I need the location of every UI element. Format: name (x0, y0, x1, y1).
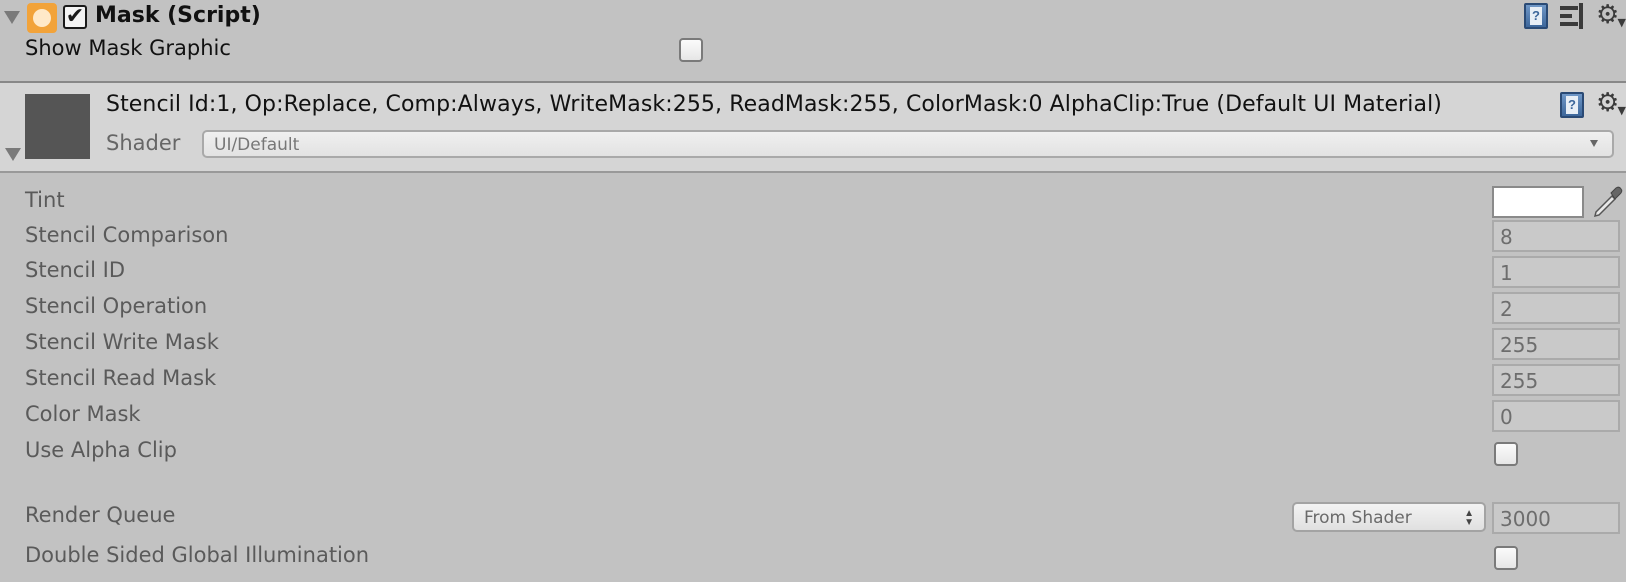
stencil-operation-field[interactable]: 2 (1492, 292, 1620, 324)
show-mask-graphic-checkbox[interactable] (679, 38, 703, 62)
render-queue-mode-value: From Shader (1304, 508, 1412, 528)
tint-color-field[interactable] (1492, 186, 1584, 218)
gear-icon[interactable]: ⚙ ▼ (1596, 2, 1626, 30)
use-alpha-clip-checkbox[interactable] (1494, 442, 1518, 466)
double-sided-gi-checkbox[interactable] (1494, 546, 1518, 570)
component-enabled-checkbox[interactable]: ✔ (63, 5, 87, 29)
help-icon[interactable] (1524, 3, 1548, 29)
stencil-read-mask-field[interactable]: 255 (1492, 364, 1620, 396)
foldout-arrow-icon[interactable] (4, 11, 20, 24)
shader-value: UI/Default (214, 135, 300, 155)
color-mask-field[interactable]: 0 (1492, 400, 1620, 432)
render-queue-field[interactable]: 3000 (1492, 502, 1620, 534)
color-mask-value: 0 (1500, 405, 1513, 429)
stencil-id-label: Stencil ID (25, 258, 126, 282)
updown-arrows-icon: ▲ ▼ (1464, 508, 1474, 528)
stencil-write-mask-label: Stencil Write Mask (25, 330, 219, 354)
material-title: Stencil Id:1, Op:Replace, Comp:Always, W… (106, 92, 1442, 117)
chevron-down-icon (1590, 140, 1598, 147)
stencil-comparison-value: 8 (1500, 225, 1513, 249)
double-sided-gi-label: Double Sided Global Illumination (25, 543, 370, 567)
stencil-write-mask-value: 255 (1500, 333, 1539, 357)
stencil-read-mask-value: 255 (1500, 369, 1539, 393)
use-alpha-clip-label: Use Alpha Clip (25, 438, 177, 462)
stencil-operation-value: 2 (1500, 297, 1513, 321)
eyedropper-icon[interactable] (1590, 184, 1624, 218)
stencil-id-value: 1 (1500, 261, 1513, 285)
mask-component-icon (27, 3, 57, 33)
stencil-write-mask-field[interactable]: 255 (1492, 328, 1620, 360)
shader-dropdown[interactable]: UI/Default (202, 130, 1614, 158)
mask-component-header[interactable]: ✔ Mask (Script) ⚙▼ (0, 0, 1626, 34)
material-header: Stencil Id:1, Op:Replace, Comp:Always, W… (0, 83, 1626, 173)
stencil-comparison-field[interactable]: 8 (1492, 220, 1620, 252)
material-foldout-arrow-icon[interactable] (5, 148, 21, 161)
material-gear-icon[interactable]: ⚙ ▼ (1596, 90, 1626, 118)
stencil-id-field[interactable]: 1 (1492, 256, 1620, 288)
shader-label: Shader (106, 131, 181, 155)
presets-icon[interactable] (1560, 3, 1586, 29)
show-mask-graphic-label: Show Mask Graphic (25, 36, 231, 60)
stencil-read-mask-label: Stencil Read Mask (25, 366, 217, 390)
render-queue-mode-dropdown[interactable]: From Shader ▲ ▼ (1292, 502, 1486, 532)
color-mask-label: Color Mask (25, 402, 141, 426)
stencil-comparison-label: Stencil Comparison (25, 223, 229, 247)
stencil-operation-label: Stencil Operation (25, 294, 208, 318)
render-queue-value: 3000 (1500, 507, 1551, 531)
material-help-icon[interactable] (1560, 92, 1584, 118)
material-preview[interactable] (25, 94, 90, 159)
render-queue-label: Render Queue (25, 503, 176, 527)
tint-label: Tint (25, 188, 65, 212)
inspector-panel: ✔ Mask (Script) ⚙▼ Show Mask Graphic Ste… (0, 0, 1626, 582)
component-title: Mask (Script) (95, 3, 261, 28)
